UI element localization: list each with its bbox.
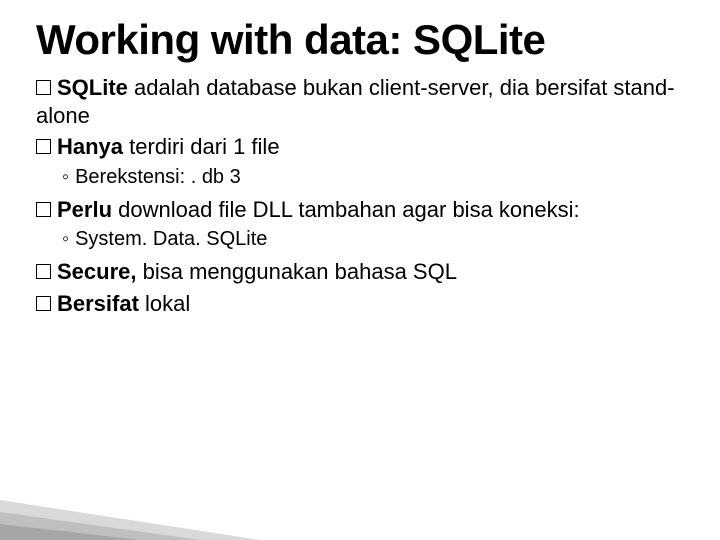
sub-bullet-text: Berekstensi: . db 3 [75,166,241,188]
bullet-lead: Hanya [57,134,123,159]
bullet-lead: SQLite [57,75,128,100]
square-bullet-icon [36,80,51,95]
corner-wedge-icon [0,470,260,540]
bullet-text: download file DLL tambahan agar bisa kon… [112,197,580,222]
bullet-item: SQLite adalah database bukan client-serv… [36,74,684,129]
square-bullet-icon [36,296,51,311]
bullet-lead: Secure, [57,259,137,284]
sub-bullet-marker: ◦ [62,166,69,188]
slide: Working with data: SQLite SQLite adalah … [0,0,720,540]
bullet-text: terdiri dari 1 file [123,134,280,159]
bullet-lead: Bersifat [57,291,139,316]
sub-bullet-text: System. Data. SQLite [75,228,267,250]
square-bullet-icon [36,264,51,279]
square-bullet-icon [36,139,51,154]
sub-bullet-marker: ◦ [62,228,69,250]
square-bullet-icon [36,202,51,217]
bullet-item: Bersifat lokal [36,290,684,318]
bullet-text: adalah database bukan client-server, dia… [36,75,675,128]
sub-bullet-item: ◦ System. Data. SQLite [62,227,684,252]
bullet-lead: Perlu [57,197,112,222]
sub-bullet-item: ◦ Berekstensi: . db 3 [62,165,684,190]
bullet-text: bisa menggunakan bahasa SQL [137,259,457,284]
bullet-text: lokal [139,291,190,316]
slide-title: Working with data: SQLite [36,18,684,62]
bullet-item: Hanya terdiri dari 1 file [36,133,684,161]
bullet-item: Perlu download file DLL tambahan agar bi… [36,196,684,224]
bullet-item: Secure, bisa menggunakan bahasa SQL [36,258,684,286]
slide-body: SQLite adalah database bukan client-serv… [36,74,684,317]
